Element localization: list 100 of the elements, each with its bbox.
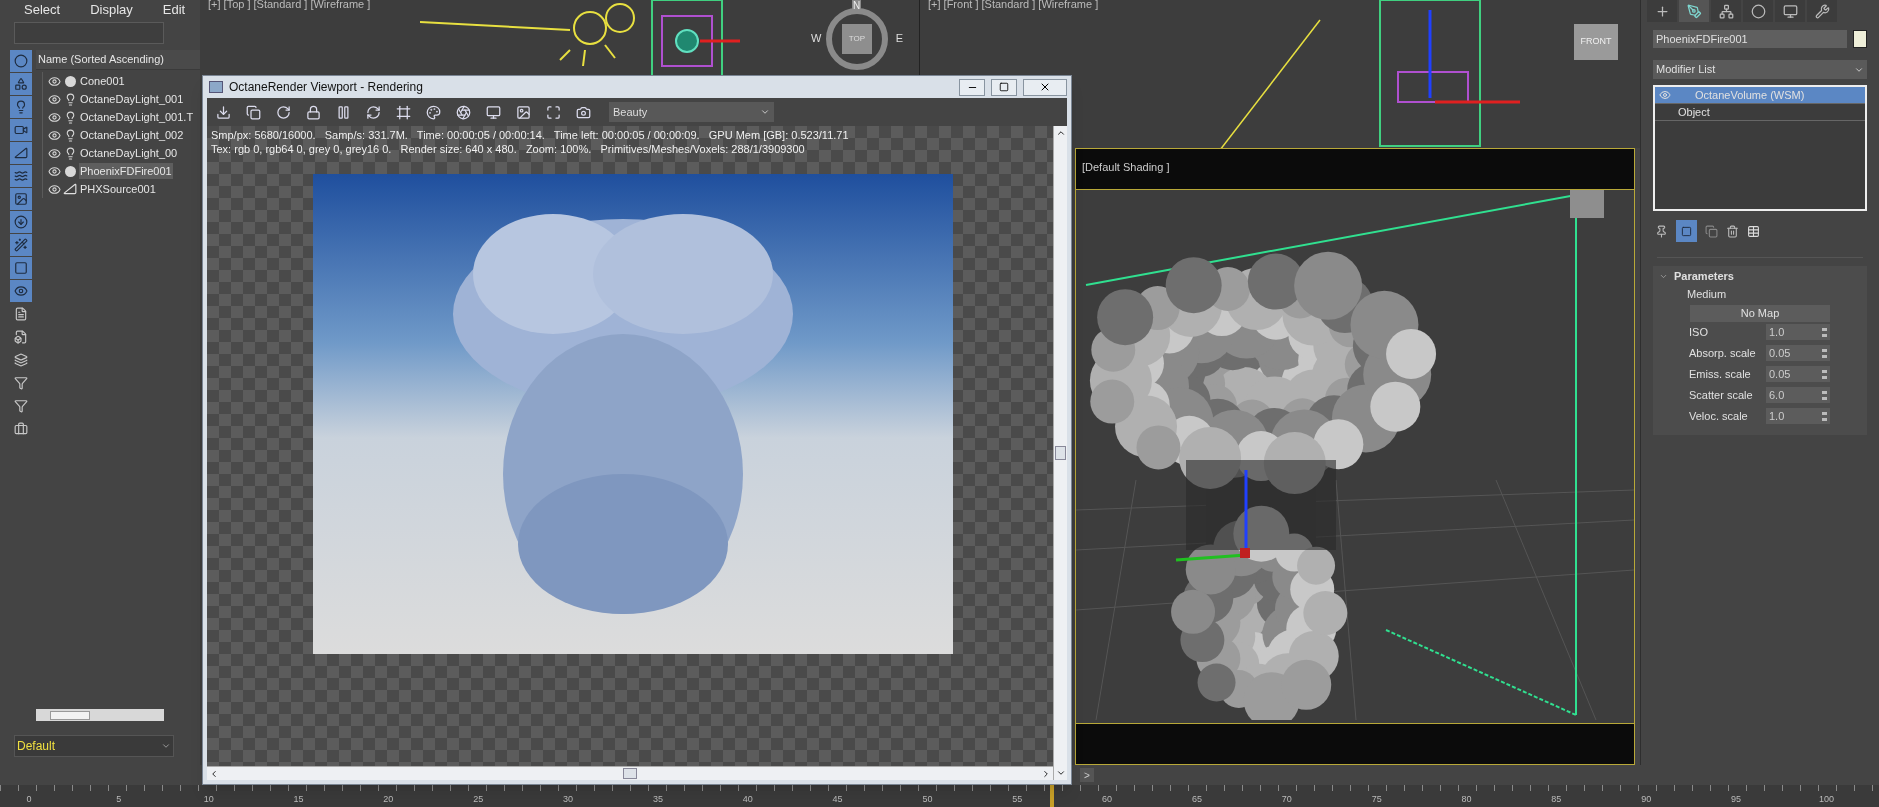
command-tab[interactable] [1679, 0, 1709, 22]
configure-icon[interactable] [1747, 224, 1760, 238]
arrow-circle-icon [14, 215, 28, 229]
hierarchy-icon [1718, 3, 1734, 19]
caret-icon [161, 741, 171, 751]
filter-toggle[interactable] [10, 234, 32, 256]
camera-icon [575, 104, 591, 120]
window-title: OctaneRender Viewport - Rendering [229, 79, 423, 96]
filter-icon [14, 376, 28, 390]
window-icon [209, 81, 223, 93]
filter-toggle[interactable] [10, 280, 32, 302]
show-end-result-button[interactable] [1676, 220, 1697, 242]
eye-icon[interactable] [48, 128, 61, 142]
vertical-scrollbar[interactable] [1053, 126, 1067, 780]
eye-icon[interactable] [48, 164, 61, 178]
viewport-label[interactable]: [+] [Top ] [Standard ] [Wireframe ] [208, 0, 371, 13]
spinner-field[interactable]: 1.0 [1766, 408, 1830, 424]
render-stats: Smp/px: 5680/16000. Samp/s: 331.7M. Time: 00:00:05 / 00:00:14. Time left: 00:00:05 / 00:00:09. GPU Mem [GB]: 0.523/11.71 [211, 128, 850, 142]
filter-toggle[interactable] [10, 211, 32, 233]
wrench-icon [1814, 3, 1830, 19]
eye-icon[interactable] [48, 146, 61, 160]
pass-dropdown[interactable]: Beauty [609, 102, 774, 122]
spinner-arrows-icon[interactable] [1822, 411, 1827, 421]
menu-item[interactable]: Display [90, 0, 133, 20]
spinner-arrows-icon[interactable] [1822, 327, 1827, 337]
scroll-right-icon[interactable] [1041, 768, 1051, 779]
eye-icon[interactable] [48, 92, 61, 106]
outliner-item[interactable]: OctaneDayLight_001.T [79, 108, 195, 126]
scroll-down-icon[interactable] [1055, 768, 1066, 778]
rollout-title[interactable]: Parameters [1674, 267, 1734, 285]
eye-icon[interactable] [48, 182, 61, 196]
command-tab[interactable] [1807, 0, 1837, 22]
search-field[interactable] [14, 22, 164, 44]
command-tab[interactable] [1711, 0, 1741, 22]
aperture-icon [455, 104, 471, 120]
modifier-list-dropdown[interactable]: Modifier List [1653, 60, 1867, 79]
minimize-button[interactable] [959, 78, 985, 96]
field-label: Absorp. scale [1689, 345, 1757, 361]
spinner-arrows-icon[interactable] [1822, 369, 1827, 379]
outliner-item[interactable]: OctaneDayLight_00 [79, 144, 179, 162]
scrollbar-thumb[interactable] [623, 768, 637, 779]
command-tab[interactable] [1775, 0, 1805, 22]
filter-toggle[interactable] [10, 188, 32, 210]
maximize-button[interactable] [991, 78, 1017, 96]
next-frame-button[interactable]: > [1080, 768, 1094, 782]
column-header: Name (Sorted Ascending) [36, 50, 200, 70]
image-icon [14, 192, 28, 206]
outliner-item[interactable]: Cone001 [79, 72, 126, 90]
field-label: Emiss. scale [1689, 366, 1752, 382]
close-button[interactable] [1023, 78, 1067, 96]
timeline-tick-label: 25 [472, 793, 485, 806]
outliner-item[interactable]: PhoenixFDFire001 [79, 162, 173, 180]
palette-icon [425, 104, 441, 120]
eye-icon[interactable] [48, 110, 61, 124]
horizontal-scrollbar[interactable] [36, 709, 164, 721]
scrollbar-thumb[interactable] [1055, 446, 1066, 460]
outliner-item[interactable]: OctaneDayLight_001 [79, 90, 185, 108]
lightbulb-icon [14, 100, 28, 114]
viewport-label[interactable]: [Default Shading ] [1076, 149, 1634, 189]
time-marker[interactable] [1050, 785, 1054, 807]
filter-toggle[interactable] [10, 165, 32, 187]
horizontal-scrollbar[interactable] [207, 766, 1053, 780]
outliner-item[interactable]: PHXSource001 [79, 180, 157, 198]
eye-icon[interactable] [48, 74, 61, 88]
map-button[interactable]: No Map [1690, 304, 1830, 322]
wand-icon [14, 238, 28, 252]
spinner-arrows-icon[interactable] [1822, 348, 1827, 358]
timeline-tick-label: 0 [25, 793, 33, 806]
layer-dropdown[interactable]: Default [14, 735, 174, 757]
filter-toggle[interactable] [10, 257, 32, 279]
spinner-arrows-icon[interactable] [1822, 390, 1827, 400]
shapes-icon [14, 77, 28, 91]
filter-toggle[interactable] [10, 96, 32, 118]
object-color-swatch[interactable] [1853, 30, 1867, 48]
pin-icon[interactable] [1655, 224, 1668, 238]
command-tab[interactable] [1743, 0, 1773, 22]
spinner-field[interactable]: 1.0 [1766, 324, 1830, 340]
menu-item[interactable]: Select [24, 0, 61, 20]
menu-item[interactable]: Edit [162, 0, 186, 20]
close-icon [1039, 81, 1051, 93]
trash-icon[interactable] [1726, 224, 1739, 238]
filter-toggle[interactable] [10, 73, 32, 95]
timeline-tick-label: 55 [1011, 793, 1024, 806]
briefcase-icon [14, 422, 28, 436]
scroll-up-icon[interactable] [1055, 128, 1066, 138]
modifier-stack-item[interactable]: Object [1655, 104, 1865, 121]
filter-toggle[interactable] [10, 50, 32, 72]
copy-icon[interactable] [1705, 224, 1718, 238]
spinner-field[interactable]: 0.05 [1766, 345, 1830, 361]
timeline-tick-label: 35 [651, 793, 664, 806]
scroll-left-icon[interactable] [209, 768, 219, 779]
filter-toggle[interactable] [10, 142, 32, 164]
filter-toggle[interactable] [10, 119, 32, 141]
scrollbar-thumb[interactable] [50, 710, 90, 720]
outliner-item[interactable]: OctaneDayLight_002 [79, 126, 185, 144]
spinner-field[interactable]: 0.05 [1766, 366, 1830, 382]
object-name-field[interactable]: PhoenixFDFire001 [1653, 30, 1847, 48]
viewport-label[interactable]: [+] [Front ] [Standard ] [Wireframe ] [928, 0, 1099, 13]
command-tab[interactable] [1647, 0, 1677, 22]
spinner-field[interactable]: 6.0 [1766, 387, 1830, 403]
